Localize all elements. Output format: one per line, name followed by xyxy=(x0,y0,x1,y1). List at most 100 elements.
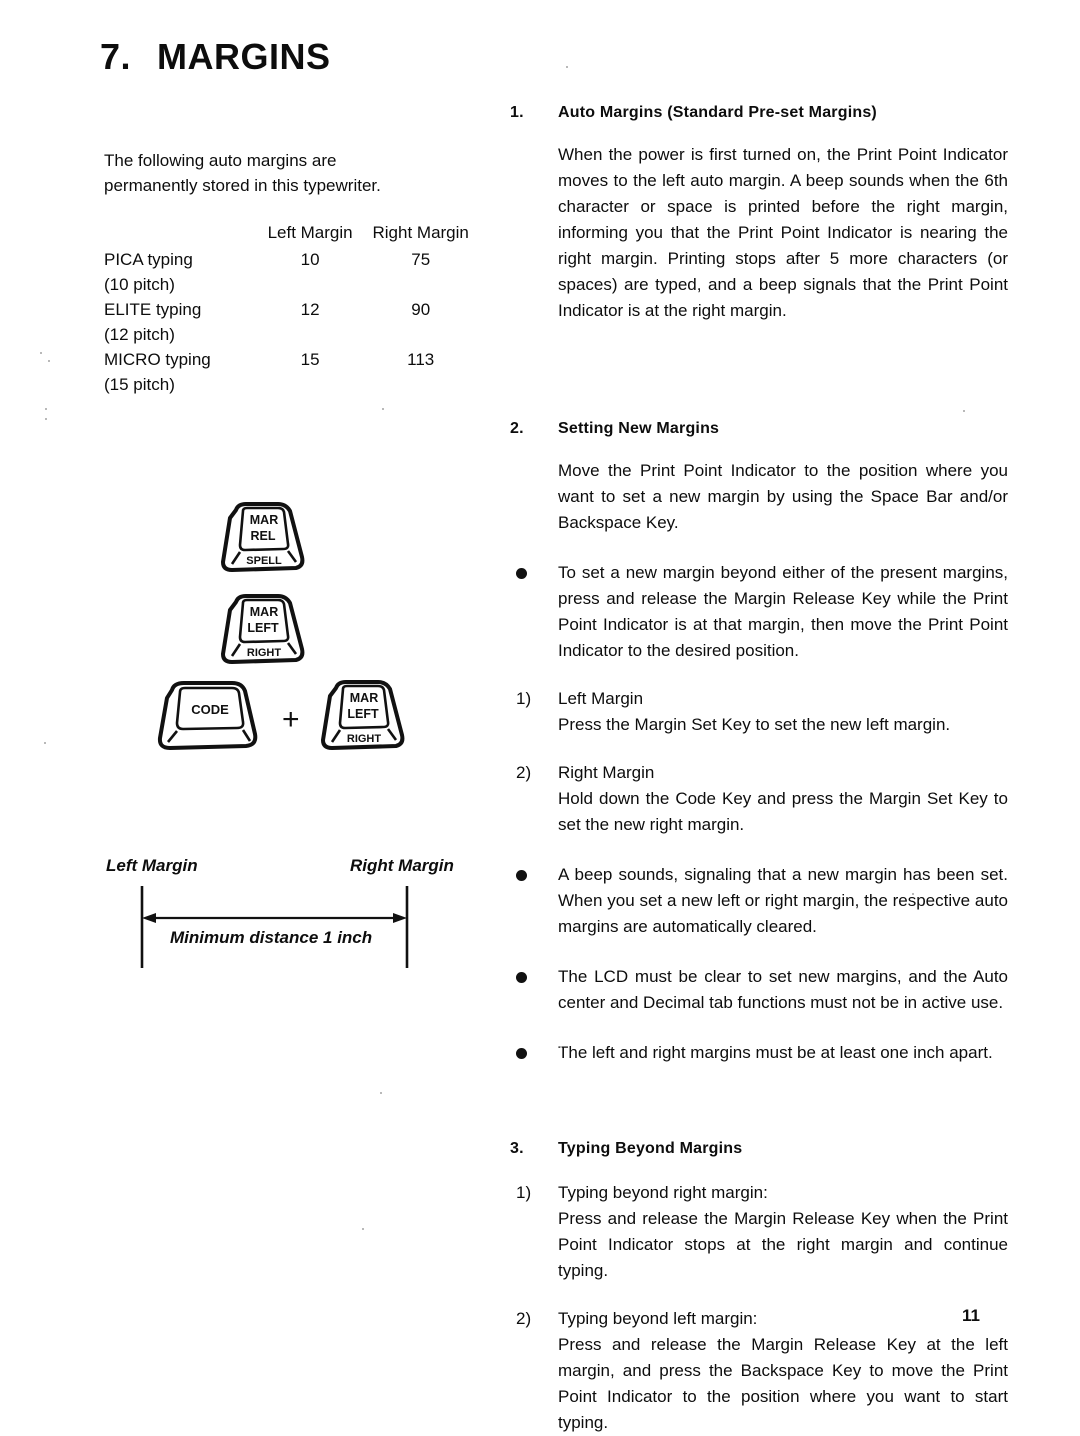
section-2-bullet-1: To set a new margin beyond either of the… xyxy=(510,560,1008,664)
scan-speck xyxy=(560,1046,562,1048)
page-title: 7. MARGINS xyxy=(100,36,331,78)
scan-speck xyxy=(48,360,50,362)
section-2-item-1-body: Press the Margin Set Key to set the new … xyxy=(558,715,951,734)
table-header-left-margin: Left Margin xyxy=(267,223,353,242)
section-2-item-2-lead: Right Margin xyxy=(558,763,655,782)
margin-set-keycap-icon: MAR LEFT RIGHT xyxy=(221,594,305,664)
section-2-bullet-3: The LCD must be clear to set new margins… xyxy=(510,964,1008,1016)
key-line-top: MAR xyxy=(350,691,378,705)
table-row: MICRO typing 15 113 xyxy=(104,347,476,372)
scan-speck xyxy=(380,1092,382,1094)
section-3-item-1-body: Press and release the Margin Release Key… xyxy=(558,1209,1008,1280)
section-1-title: Auto Margins (Standard Pre-set Margins) xyxy=(558,104,877,121)
table-row-pitch: (10 pitch) xyxy=(104,272,476,297)
margin-release-keycap-icon: MAR REL SPELL xyxy=(221,502,305,572)
row-right-elite: 90 xyxy=(411,300,431,319)
section-3-item-1-number: 1) xyxy=(516,1183,532,1202)
page-number: 11 xyxy=(962,1306,980,1325)
bullet-dot-icon xyxy=(516,1048,527,1059)
row-pitch-micro-blank xyxy=(255,372,366,397)
row-pitch-pica-blank xyxy=(255,272,366,297)
key-line-skirt: RIGHT xyxy=(247,647,282,659)
key-line-skirt: SPELL xyxy=(246,555,282,567)
section-3-heading: 3. Typing Beyond Margins xyxy=(510,1140,1008,1158)
section-2-bullet-3-text: The LCD must be clear to set new margins… xyxy=(558,967,1008,1012)
table-row: PICA typing 10 75 xyxy=(104,247,476,272)
table-header-row: Left Margin Right Margin xyxy=(104,220,476,247)
key-line-mid: LEFT xyxy=(247,621,279,635)
table-row-pitch: (15 pitch) xyxy=(104,372,476,397)
scan-speck xyxy=(912,893,914,895)
row-pitch-elite-blank2 xyxy=(365,322,476,347)
key-line-mid: REL xyxy=(251,529,276,543)
diagram-caption: Minimum distance 1 inch xyxy=(170,928,373,947)
code-combo-key-illustration: MAR LEFT RIGHT xyxy=(316,678,408,759)
margin-release-key-illustration: MAR REL SPELL xyxy=(216,500,308,581)
section-2-bullet-4: The left and right margins must be at le… xyxy=(510,1040,1008,1066)
section-3-item-2-number: 2) xyxy=(516,1309,532,1328)
scan-speck xyxy=(566,66,568,68)
page-title-text: MARGINS xyxy=(157,36,331,77)
margin-set-key-illustration: MAR LEFT RIGHT xyxy=(216,592,308,673)
keycap-illustrations: MAR REL SPELL MAR LEFT RIGHT CODE + MAR … xyxy=(104,500,494,760)
table-row: ELITE typing 12 90 xyxy=(104,297,476,322)
bullet-dot-icon xyxy=(516,870,527,881)
section-3-item-2-body: Press and release the Margin Release Key… xyxy=(558,1335,1008,1432)
section-2-item-1-lead: Left Margin xyxy=(558,689,644,708)
code-key-illustration: CODE xyxy=(154,678,264,759)
distance-arrow-graphic xyxy=(140,886,409,968)
section-2-bullet-1-text: To set a new margin beyond either of the… xyxy=(558,563,1008,660)
section-auto-margins: 1. Auto Margins (Standard Pre-set Margin… xyxy=(510,104,1008,324)
table-header-blank xyxy=(104,220,255,247)
section-2-bullet-4-text: The left and right margins must be at le… xyxy=(558,1043,993,1062)
row-pitch-pica: (10 pitch) xyxy=(104,275,175,294)
plus-operator: + xyxy=(282,703,300,736)
section-2-item-1-number: 1) xyxy=(516,689,532,708)
row-right-pica: 75 xyxy=(411,250,431,269)
row-pitch-pica-blank2 xyxy=(365,272,476,297)
row-name-micro: MICRO typing xyxy=(104,350,211,369)
auto-margins-table: Left Margin Right Margin PICA typing 10 … xyxy=(104,220,476,397)
page-title-number: 7. xyxy=(100,36,132,77)
section-2-bullet-2: A beep sounds, signaling that a new marg… xyxy=(510,862,1008,940)
row-pitch-elite-blank xyxy=(255,322,366,347)
key-line-skirt: RIGHT xyxy=(347,733,382,745)
section-3-item-1: 1) Typing beyond right margin: Press and… xyxy=(510,1180,1008,1284)
margin-set-combo-keycap-icon: MAR LEFT RIGHT xyxy=(321,680,405,750)
row-right-micro: 113 xyxy=(407,350,435,369)
section-3-item-2: 2) Typing beyond left margin: Press and … xyxy=(510,1306,1008,1436)
key-line-mid: LEFT xyxy=(347,707,379,721)
key-label-code: CODE xyxy=(191,702,229,717)
intro-line-2: permanently stored in this typewriter. xyxy=(104,176,381,195)
section-2-item-2: 2) Right Margin Hold down the Code Key a… xyxy=(510,760,1008,838)
section-2-body: Move the Print Point Indicator to the po… xyxy=(558,461,1008,532)
scan-speck xyxy=(362,1228,364,1230)
section-2-item-2-body: Hold down the Code Key and press the Mar… xyxy=(558,789,1008,834)
scan-speck xyxy=(45,418,47,420)
row-left-pica: 10 xyxy=(300,250,320,269)
section-2-heading: 2. Setting New Margins xyxy=(510,420,1008,438)
key-line-top: MAR xyxy=(250,605,278,619)
row-name-elite: ELITE typing xyxy=(104,300,202,319)
section-setting-new-margins: 2. Setting New Margins Move the Print Po… xyxy=(510,420,1008,1066)
row-name-pica: PICA typing xyxy=(104,250,193,269)
table-header-right-margin: Right Margin xyxy=(372,223,469,242)
intro-paragraph: The following auto margins are permanent… xyxy=(104,148,494,198)
key-line-top: MAR xyxy=(250,513,278,527)
intro-line-1: The following auto margins are xyxy=(104,151,337,170)
section-1-body: When the power is first turned on, the P… xyxy=(558,145,1008,320)
left-column: The following auto margins are permanent… xyxy=(104,148,494,397)
scan-speck xyxy=(382,408,384,410)
code-keycap-icon: CODE xyxy=(157,681,258,750)
section-2-number: 2. xyxy=(510,420,524,437)
row-left-elite: 12 xyxy=(300,300,320,319)
section-2-title: Setting New Margins xyxy=(558,420,720,437)
section-2-bullet-2-text: A beep sounds, signaling that a new marg… xyxy=(558,865,1008,936)
section-1-number: 1. xyxy=(510,104,524,121)
section-2-item-1: 1) Left Margin Press the Margin Set Key … xyxy=(510,686,1008,738)
row-pitch-elite: (12 pitch) xyxy=(104,325,175,344)
section-3-number: 3. xyxy=(510,1140,524,1157)
row-pitch-micro-blank2 xyxy=(365,372,476,397)
right-column: 1. Auto Margins (Standard Pre-set Margin… xyxy=(510,104,1008,1436)
